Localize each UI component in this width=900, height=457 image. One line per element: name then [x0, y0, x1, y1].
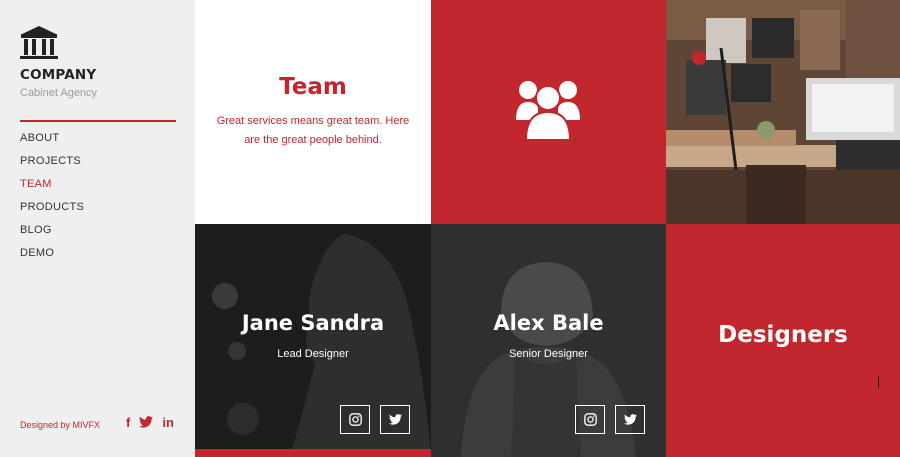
text-cursor	[878, 376, 879, 388]
member-card-alex[interactable]: Alex Bale Senior Designer	[431, 224, 666, 457]
team-intro-tile: Team Great services means great team. He…	[195, 0, 431, 224]
office-photo-illustration	[666, 0, 900, 224]
twitter-icon	[623, 414, 637, 425]
instagram-button[interactable]	[340, 405, 370, 434]
twitter-button[interactable]	[615, 405, 645, 434]
member-name: Alex Bale	[493, 311, 604, 335]
main-nav: ABOUT PROJECTS TEAM PRODUCTS BLOG DEMO	[20, 130, 84, 268]
facebook-icon[interactable]: f	[126, 414, 130, 430]
twitter-icon[interactable]	[139, 414, 154, 430]
company-name[interactable]: COMPANY	[20, 67, 96, 83]
active-card-indicator	[195, 449, 431, 457]
member-role: Senior Designer	[509, 348, 588, 360]
nav-item-products[interactable]: PRODUCTS	[20, 199, 84, 222]
nav-item-blog[interactable]: BLOG	[20, 222, 84, 245]
team-title: Team	[279, 74, 347, 100]
instagram-icon	[583, 413, 597, 426]
member-card-jane[interactable]: Jane Sandra Lead Designer	[195, 224, 431, 457]
nav-item-projects[interactable]: PROJECTS	[20, 153, 84, 176]
team-description: Great services means great team. Here ar…	[216, 115, 410, 146]
users-group-icon	[516, 81, 580, 140]
sidebar-divider	[20, 120, 176, 122]
instagram-icon	[348, 413, 362, 426]
twitter-icon	[388, 414, 402, 425]
designers-category-tile[interactable]: Designers	[666, 224, 900, 457]
instagram-button[interactable]	[575, 405, 605, 434]
twitter-button[interactable]	[380, 405, 410, 434]
company-tagline: Cabinet Agency	[20, 87, 98, 99]
social-links: f in	[126, 414, 174, 430]
nav-item-demo[interactable]: DEMO	[20, 245, 84, 268]
member-role: Lead Designer	[277, 348, 349, 360]
designers-label: Designers	[718, 322, 848, 348]
designer-credit[interactable]: Designed by MIVFX	[20, 420, 100, 430]
bank-building-icon[interactable]	[20, 26, 58, 62]
team-icon-tile	[431, 0, 666, 224]
sidebar: COMPANY Cabinet Agency ABOUT PROJECTS TE…	[0, 0, 195, 457]
office-photo	[666, 0, 900, 224]
linkedin-icon[interactable]: in	[162, 414, 174, 430]
nav-item-about[interactable]: ABOUT	[20, 130, 84, 153]
nav-item-team[interactable]: TEAM	[20, 176, 84, 199]
member-name: Jane Sandra	[241, 311, 385, 335]
